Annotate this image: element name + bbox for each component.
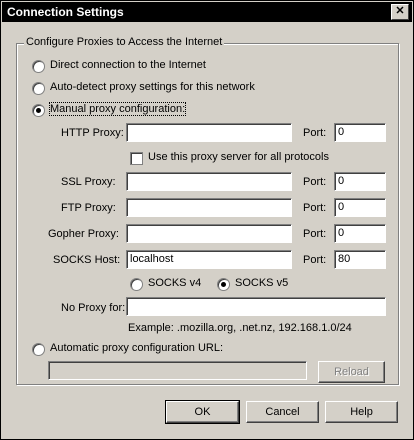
share-proxy-checkbox[interactable] xyxy=(130,152,143,165)
http-proxy-input[interactable] xyxy=(126,123,292,142)
ssl-proxy-input[interactable] xyxy=(126,172,292,191)
socks-port-input[interactable]: 80 xyxy=(334,250,386,269)
auto-config-url-input[interactable] xyxy=(48,361,307,380)
http-proxy-label: HTTP Proxy: xyxy=(61,127,124,139)
http-port-input[interactable]: 0 xyxy=(334,123,386,142)
no-proxy-label: No Proxy for: xyxy=(61,302,126,314)
ssl-port-input[interactable]: 0 xyxy=(334,172,386,191)
socks-v4-radio[interactable] xyxy=(130,278,143,291)
auto-config-url-radio[interactable] xyxy=(32,343,45,356)
close-icon[interactable]: ✕ xyxy=(391,4,409,20)
no-proxy-input[interactable] xyxy=(126,297,386,316)
socks-v5-radio[interactable] xyxy=(217,278,230,291)
socks-v4-label: SOCKS v4 xyxy=(148,277,202,289)
ftp-port-input[interactable]: 0 xyxy=(334,198,386,217)
socks-v5-label: SOCKS v5 xyxy=(235,277,289,289)
ssl-proxy-label: SSL Proxy: xyxy=(61,176,116,188)
gopher-proxy-input[interactable] xyxy=(126,224,292,243)
gopher-port-label: Port: xyxy=(303,228,327,240)
auto-detect-label: Auto-detect proxy settings for this netw… xyxy=(50,81,255,93)
ftp-port-label: Port: xyxy=(303,202,327,214)
socks-port-label: Port: xyxy=(303,254,327,266)
cancel-button[interactable]: Cancel xyxy=(246,401,319,423)
direct-connection-radio[interactable] xyxy=(32,60,45,73)
reload-button[interactable]: Reload xyxy=(318,361,385,383)
ok-button[interactable]: OK xyxy=(165,400,240,424)
no-proxy-example: Example: .mozilla.org, .net.nz, 192.168.… xyxy=(128,322,352,334)
socks-host-input[interactable]: localhost xyxy=(126,250,292,269)
direct-connection-label: Direct connection to the Internet xyxy=(50,59,206,71)
manual-proxy-label: Manual proxy configuration: xyxy=(48,102,187,116)
ftp-proxy-input[interactable] xyxy=(126,198,292,217)
help-button[interactable]: Help xyxy=(325,401,398,423)
title-bar: Connection Settings ✕ xyxy=(2,2,412,22)
auto-detect-radio[interactable] xyxy=(32,82,45,95)
auto-config-url-label: Automatic proxy configuration URL: xyxy=(50,342,224,354)
window-title: Connection Settings xyxy=(7,5,124,19)
ssl-port-label: Port: xyxy=(303,176,327,188)
ftp-proxy-label: FTP Proxy: xyxy=(61,202,116,214)
group-label: Configure Proxies to Access the Internet xyxy=(24,36,225,48)
http-port-label: Port: xyxy=(303,127,327,139)
share-proxy-label: Use this proxy server for all protocols xyxy=(148,151,329,163)
gopher-port-input[interactable]: 0 xyxy=(334,224,386,243)
manual-proxy-radio[interactable] xyxy=(32,104,45,117)
socks-host-label: SOCKS Host: xyxy=(53,254,121,266)
gopher-proxy-label: Gopher Proxy: xyxy=(48,228,119,240)
